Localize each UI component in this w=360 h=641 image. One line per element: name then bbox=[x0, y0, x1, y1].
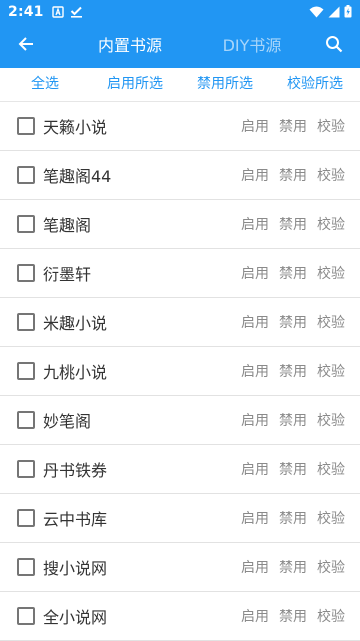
list-item: 妙笔阁 启用 禁用 校验 bbox=[0, 396, 360, 445]
list-item: 云中书库 启用 禁用 校验 bbox=[0, 494, 360, 543]
enable-button[interactable]: 启用 bbox=[241, 508, 269, 528]
source-checkbox[interactable] bbox=[17, 362, 35, 380]
source-name: 衍墨轩 bbox=[43, 265, 92, 284]
verify-button[interactable]: 校验 bbox=[317, 116, 345, 136]
verify-button[interactable]: 校验 bbox=[317, 606, 345, 626]
verify-button[interactable]: 校验 bbox=[317, 557, 345, 577]
source-list: 天籁小说 启用 禁用 校验 笔趣阁44 启用 禁用 校验 笔趣阁 启用 禁用 校… bbox=[0, 102, 360, 641]
battery-charging-icon bbox=[344, 3, 352, 22]
select-all-button[interactable]: 全选 bbox=[0, 68, 90, 101]
status-time: 2:41 bbox=[8, 4, 44, 20]
verify-button[interactable]: 校验 bbox=[317, 165, 345, 185]
back-button[interactable] bbox=[10, 30, 42, 62]
source-name: 笔趣阁 bbox=[43, 216, 92, 235]
disable-button[interactable]: 禁用 bbox=[279, 557, 307, 577]
status-system-icons bbox=[309, 3, 352, 22]
list-item: 全小说网 启用 禁用 校验 bbox=[0, 592, 360, 641]
disable-button[interactable]: 禁用 bbox=[279, 606, 307, 626]
disable-button[interactable]: 禁用 bbox=[279, 459, 307, 479]
enable-button[interactable]: 启用 bbox=[241, 312, 269, 332]
status-bar: 2:41 bbox=[0, 0, 360, 24]
source-checkbox[interactable] bbox=[17, 313, 35, 331]
tab-builtin-sources[interactable]: 内置书源 bbox=[80, 24, 180, 68]
source-checkbox[interactable] bbox=[17, 264, 35, 282]
arrow-left-icon bbox=[17, 35, 35, 57]
download-done-icon bbox=[70, 3, 83, 22]
source-name: 丹书铁券 bbox=[43, 461, 108, 480]
list-item: 丹书铁券 启用 禁用 校验 bbox=[0, 445, 360, 494]
source-name: 搜小说网 bbox=[43, 559, 108, 578]
disable-button[interactable]: 禁用 bbox=[279, 312, 307, 332]
verify-button[interactable]: 校验 bbox=[317, 508, 345, 528]
list-item: 衍墨轩 启用 禁用 校验 bbox=[0, 249, 360, 298]
disable-button[interactable]: 禁用 bbox=[279, 410, 307, 430]
enable-button[interactable]: 启用 bbox=[241, 606, 269, 626]
source-name: 云中书库 bbox=[43, 510, 108, 529]
source-checkbox[interactable] bbox=[17, 166, 35, 184]
enable-selected-button[interactable]: 启用所选 bbox=[90, 68, 180, 101]
source-name: 妙笔阁 bbox=[43, 412, 92, 431]
status-notification-icons bbox=[51, 3, 83, 22]
source-name: 笔趣阁44 bbox=[43, 167, 112, 186]
verify-button[interactable]: 校验 bbox=[317, 214, 345, 234]
list-item: 米趣小说 启用 禁用 校验 bbox=[0, 298, 360, 347]
verify-selected-button[interactable]: 校验所选 bbox=[270, 68, 360, 101]
enable-button[interactable]: 启用 bbox=[241, 361, 269, 381]
enable-button[interactable]: 启用 bbox=[241, 557, 269, 577]
enable-button[interactable]: 启用 bbox=[241, 165, 269, 185]
source-checkbox[interactable] bbox=[17, 558, 35, 576]
enable-button[interactable]: 启用 bbox=[241, 214, 269, 234]
verify-button[interactable]: 校验 bbox=[317, 410, 345, 430]
enable-button[interactable]: 启用 bbox=[241, 116, 269, 136]
source-checkbox[interactable] bbox=[17, 509, 35, 527]
list-item: 天籁小说 启用 禁用 校验 bbox=[0, 102, 360, 151]
source-name: 全小说网 bbox=[43, 608, 108, 627]
list-item: 笔趣阁44 启用 禁用 校验 bbox=[0, 151, 360, 200]
list-item: 笔趣阁 启用 禁用 校验 bbox=[0, 200, 360, 249]
app-bar: 内置书源 DIY书源 bbox=[0, 24, 360, 68]
disable-button[interactable]: 禁用 bbox=[279, 263, 307, 283]
disable-button[interactable]: 禁用 bbox=[279, 116, 307, 136]
verify-button[interactable]: 校验 bbox=[317, 361, 345, 381]
source-checkbox[interactable] bbox=[17, 215, 35, 233]
disable-button[interactable]: 禁用 bbox=[279, 508, 307, 528]
verify-button[interactable]: 校验 bbox=[317, 459, 345, 479]
source-name: 九桃小说 bbox=[43, 363, 108, 382]
search-button[interactable] bbox=[318, 30, 350, 62]
disable-button[interactable]: 禁用 bbox=[279, 361, 307, 381]
source-name: 天籁小说 bbox=[43, 118, 108, 137]
enable-button[interactable]: 启用 bbox=[241, 263, 269, 283]
verify-button[interactable]: 校验 bbox=[317, 263, 345, 283]
list-item: 搜小说网 启用 禁用 校验 bbox=[0, 543, 360, 592]
verify-button[interactable]: 校验 bbox=[317, 312, 345, 332]
sim-a-icon bbox=[51, 3, 64, 22]
source-checkbox[interactable] bbox=[17, 460, 35, 478]
source-name: 米趣小说 bbox=[43, 314, 108, 333]
list-item: 九桃小说 启用 禁用 校验 bbox=[0, 347, 360, 396]
search-icon bbox=[325, 35, 343, 57]
disable-selected-button[interactable]: 禁用所选 bbox=[180, 68, 270, 101]
batch-action-bar: 全选 启用所选 禁用所选 校验所选 bbox=[0, 68, 360, 102]
enable-button[interactable]: 启用 bbox=[241, 410, 269, 430]
source-checkbox[interactable] bbox=[17, 117, 35, 135]
signal-icon bbox=[328, 3, 340, 22]
tab-diy-sources[interactable]: DIY书源 bbox=[202, 24, 302, 68]
disable-button[interactable]: 禁用 bbox=[279, 165, 307, 185]
source-checkbox[interactable] bbox=[17, 411, 35, 429]
enable-button[interactable]: 启用 bbox=[241, 459, 269, 479]
wifi-icon bbox=[309, 3, 324, 22]
disable-button[interactable]: 禁用 bbox=[279, 214, 307, 234]
source-checkbox[interactable] bbox=[17, 607, 35, 625]
